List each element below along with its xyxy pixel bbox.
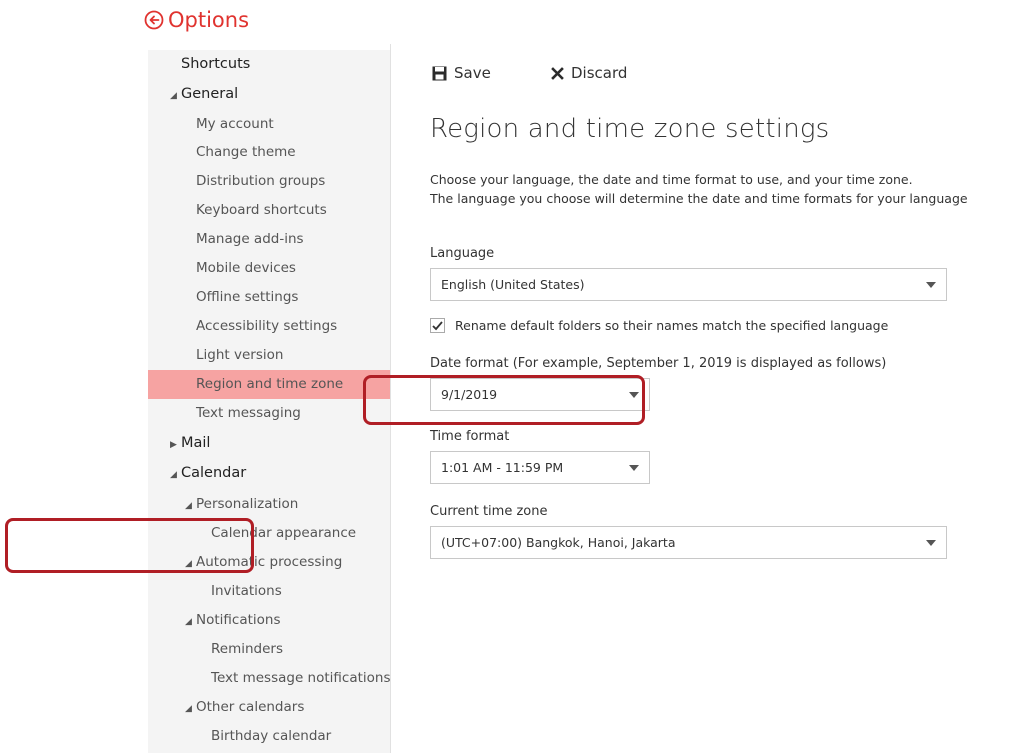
sidebar-item-label: Shortcuts [181,56,251,72]
time-zone-label: Current time zone [430,504,548,519]
time-format-value: 1:01 AM - 11:59 PM [441,460,564,475]
sidebar-item-change-theme[interactable]: Change theme [148,138,390,167]
sidebar-item-manage-add-ins[interactable]: Manage add-ins [148,225,390,254]
description-line-2: The language you choose will determine t… [430,191,968,206]
language-label: Language [430,246,495,261]
collapsed-triangle-icon: ▶ [170,440,177,450]
expanded-triangle-icon: ◢ [185,501,192,511]
sidebar-item-label: Keyboard shortcuts [196,202,327,218]
sidebar-item-calendar[interactable]: ◢ Calendar [148,459,390,488]
sidebar-item-label: Invitations [211,583,282,599]
time-zone-select[interactable]: (UTC+07:00) Bangkok, Hanoi, Jakarta [430,526,947,559]
time-zone-value: (UTC+07:00) Bangkok, Hanoi, Jakarta [441,535,676,550]
sidebar-item-label: Personalization [196,496,299,512]
save-icon [432,66,447,80]
sidebar-item-label: Calendar [181,465,247,481]
date-format-label: Date format (For example, September 1, 2… [430,356,887,371]
sidebar-item-text-messaging[interactable]: Text messaging [148,399,390,428]
chevron-down-icon [629,465,639,471]
expanded-triangle-icon: ◢ [185,704,192,714]
date-format-highlight [363,375,645,425]
sidebar-item-label: Mobile devices [196,260,296,276]
expanded-triangle-icon: ◢ [185,617,192,627]
sidebar-item-label: Other calendars [196,699,305,715]
chevron-down-icon [926,282,936,288]
sidebar-item-region-and-time-zone[interactable]: Region and time zone [148,370,390,399]
sidebar-item-notifications[interactable]: ◢ Notifications [148,606,390,635]
checkmark-icon [432,321,443,331]
sidebar-item-birthday-calendar[interactable]: Birthday calendar [148,722,390,751]
rename-folders-option: Rename default folders so their names ma… [430,318,888,333]
sidebar-item-label: Region and time zone [196,376,344,392]
sidebar-item-other-calendars[interactable]: ◢ Other calendars [148,693,390,722]
sidebar-item-label: Text message notifications [211,670,391,686]
sidebar-item-mail[interactable]: ▶ Mail [148,429,390,458]
sidebar-item-label: Reminders [211,641,283,657]
sidebar-item-label: Change theme [196,144,296,160]
options-sidebar: Shortcuts ◢ General My account Change the… [148,50,391,753]
description-line-1: Choose your language, the date and time … [430,172,913,187]
sidebar-item-label: Birthday calendar [211,728,332,744]
calendar-appearance-highlight [5,518,254,573]
options-header[interactable]: Options [144,8,249,32]
sidebar-item-text-message-notifications[interactable]: Text message notifications [148,664,391,693]
discard-label: Discard [571,64,628,82]
expanded-triangle-icon: ◢ [170,91,177,101]
time-format-label: Time format [430,429,510,444]
sidebar-item-label: Distribution groups [196,173,326,189]
sidebar-item-shortcuts[interactable]: Shortcuts [148,50,390,79]
sidebar-item-invitations[interactable]: Invitations [148,577,390,606]
language-select[interactable]: English (United States) [430,268,947,301]
rename-folders-label: Rename default folders so their names ma… [455,318,889,333]
sidebar-item-label: General [181,86,239,102]
sidebar-item-label: Notifications [196,612,281,628]
save-label: Save [454,64,491,82]
sidebar-item-label: Accessibility settings [196,318,338,334]
sidebar-item-label: Manage add-ins [196,231,304,247]
sidebar-item-offline-settings[interactable]: Offline settings [148,283,390,312]
time-format-select[interactable]: 1:01 AM - 11:59 PM [430,451,650,484]
sidebar-item-personalization[interactable]: ◢ Personalization [148,490,390,519]
sidebar-item-label: Text messaging [196,405,301,421]
sidebar-item-light-version[interactable]: Light version [148,341,390,370]
discard-button[interactable]: Discard [551,64,627,82]
back-arrow-icon[interactable] [144,10,164,30]
sidebar-item-distribution-groups[interactable]: Distribution groups [148,167,390,196]
sidebar-item-accessibility-settings[interactable]: Accessibility settings [148,312,390,341]
sidebar-item-label: Offline settings [196,289,299,305]
sidebar-item-label: My account [196,116,274,132]
sidebar-item-mobile-devices[interactable]: Mobile devices [148,254,390,283]
sidebar-item-label: Light version [196,347,284,363]
expanded-triangle-icon: ◢ [170,470,177,480]
page-title: Region and time zone settings [430,114,830,144]
sidebar-item-reminders[interactable]: Reminders [148,635,390,664]
sidebar-item-label: Mail [181,435,211,451]
rename-folders-checkbox[interactable] [430,318,445,333]
save-button[interactable]: Save [432,64,491,82]
sidebar-item-keyboard-shortcuts[interactable]: Keyboard shortcuts [148,196,390,225]
page-header-title: Options [168,8,250,32]
close-icon [551,66,564,80]
language-value: English (United States) [441,277,585,292]
sidebar-item-general[interactable]: ◢ General [148,80,390,109]
sidebar-item-my-account[interactable]: My account [148,110,390,139]
chevron-down-icon [926,540,936,546]
